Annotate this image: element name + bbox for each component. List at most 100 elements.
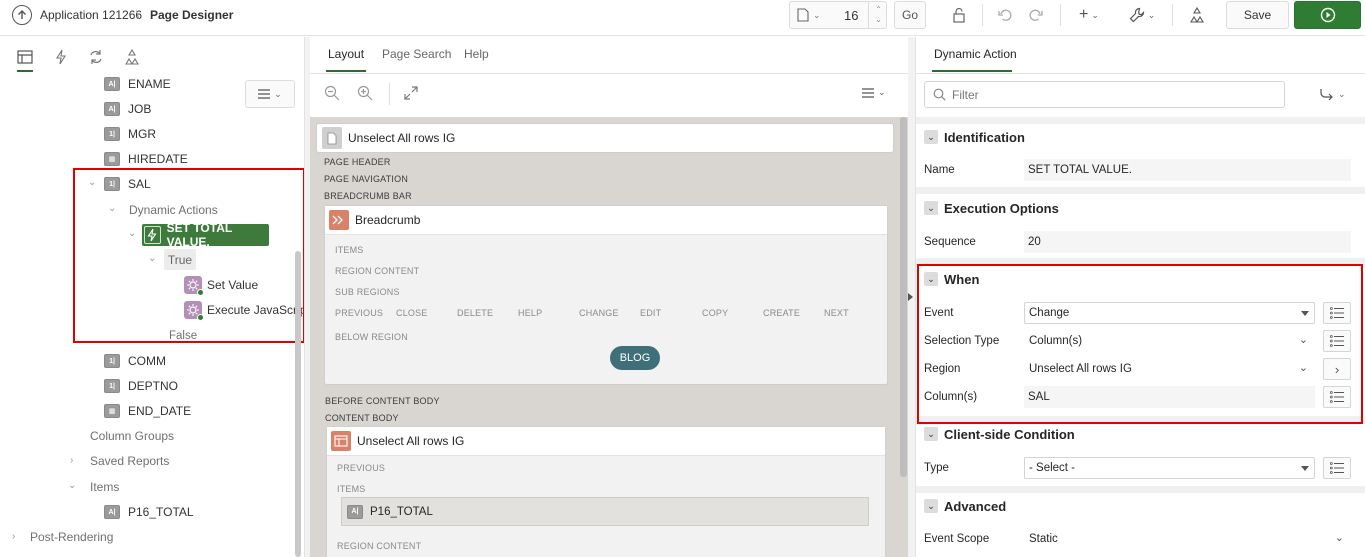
items-slot: ITEMS	[337, 484, 366, 494]
name-label: Name	[924, 164, 955, 176]
tab-page-search[interactable]: Page Search	[382, 47, 451, 61]
tab-layout[interactable]: Layout	[328, 47, 364, 61]
sequence-label: Sequence	[924, 236, 976, 248]
go-to-group-button[interactable]: ⌄	[1319, 87, 1346, 101]
chevron-up-icon[interactable]: ⌃	[875, 5, 882, 15]
breadcrumb-region[interactable]: Breadcrumb ITEMS REGION CONTENT SUB REGI…	[324, 205, 888, 385]
chevron-down-icon[interactable]: ⌄	[68, 480, 76, 491]
delete-slot: DELETE	[457, 308, 494, 318]
zoom-out-icon[interactable]	[324, 85, 340, 101]
undo-icon[interactable]	[992, 2, 1018, 28]
lock-icon[interactable]	[946, 2, 972, 28]
page-region[interactable]: Unselect All rows IG	[316, 123, 894, 153]
chevron-down-icon: ⌄	[274, 88, 282, 99]
right-splitter[interactable]	[908, 37, 915, 557]
chevron-down-icon: ⌄	[1091, 9, 1099, 20]
chevron-down-icon: ⌄	[878, 87, 886, 97]
collapse-arrow-icon[interactable]	[908, 293, 913, 301]
tree-menu-button[interactable]: ⌄	[245, 80, 295, 108]
expand-icon[interactable]	[404, 86, 418, 100]
toolbar-divider	[1060, 4, 1061, 26]
breadcrumb-icon	[329, 210, 349, 230]
tree-item-deptno[interactable]: 1| DEPTNO	[104, 374, 178, 398]
close-slot: CLOSE	[396, 308, 428, 318]
page-stepper[interactable]: ⌃ ⌄	[868, 2, 888, 28]
tree-item-column-groups[interactable]: Column Groups	[90, 424, 174, 448]
section-advanced[interactable]: ⌄ Advanced	[916, 491, 1365, 521]
page-header-label: PAGE HEADER	[324, 157, 391, 167]
column-date-icon: ▦	[104, 152, 120, 166]
highlight-box	[917, 264, 1363, 424]
tree-item-mgr[interactable]: 1| MGR	[104, 122, 156, 146]
sequence-field[interactable]: 20	[1024, 231, 1351, 253]
chevron-down-icon[interactable]: ⌄	[875, 15, 882, 25]
below-region-slot: BELOW REGION	[335, 332, 408, 342]
utilities-menu-button[interactable]: ⌄	[1124, 2, 1160, 28]
shared-components-tab-icon[interactable]	[120, 45, 144, 69]
play-icon	[1320, 7, 1336, 23]
tab-help[interactable]: Help	[464, 47, 489, 61]
app-up-icon[interactable]	[12, 5, 32, 25]
left-scrollbar[interactable]	[295, 251, 301, 557]
filter-input[interactable]: Filter	[952, 88, 979, 102]
save-button[interactable]: Save	[1226, 1, 1289, 29]
dynamic-actions-tab-icon[interactable]	[49, 45, 73, 69]
tab-dynamic-action[interactable]: Dynamic Action	[934, 47, 1017, 61]
event-scope-label: Event Scope	[924, 533, 990, 545]
run-page-button[interactable]	[1294, 1, 1361, 29]
section-execution-options[interactable]: ⌄ Execution Options	[916, 193, 1365, 223]
tree-item-ename[interactable]: A| ENAME	[104, 72, 171, 96]
previous-slot: PREVIOUS	[335, 308, 384, 318]
layout-scrollbar[interactable]	[900, 117, 907, 477]
list-of-values-button[interactable]	[1323, 457, 1351, 479]
wrench-icon	[1129, 7, 1145, 23]
filter-box[interactable]: Filter	[924, 81, 1285, 108]
name-field[interactable]: SET TOTAL VALUE.	[1024, 159, 1351, 181]
tree-item-saved-reports[interactable]: Saved Reports	[90, 449, 169, 473]
section-identification[interactable]: ⌄ Identification	[916, 122, 1365, 152]
next-slot: NEXT	[824, 308, 849, 318]
go-button[interactable]: Go	[894, 1, 926, 29]
layout-menu-button[interactable]: ⌄	[862, 87, 886, 98]
tree-item-items[interactable]: Items	[90, 475, 119, 499]
active-tab-indicator	[932, 70, 1012, 72]
ig-region-header[interactable]: Unselect All rows IG	[327, 427, 885, 456]
app-breadcrumb-link[interactable]: Application 121266	[40, 8, 142, 22]
page-number-input[interactable]: 16	[844, 8, 858, 23]
event-scope-select[interactable]: Static ⌄	[1024, 528, 1351, 550]
toolbar-divider	[389, 83, 390, 105]
create-menu-button[interactable]: + ⌄	[1072, 2, 1106, 28]
chevron-right-icon[interactable]: ›	[70, 455, 73, 466]
region-content-slot: REGION CONTENT	[337, 541, 422, 551]
edit-slot: EDIT	[640, 308, 662, 318]
p16-total-item[interactable]: A| P16_TOTAL	[341, 497, 869, 526]
chevron-down-icon: ⌄	[1334, 532, 1344, 544]
rendering-tab-icon[interactable]	[13, 45, 37, 69]
tree-item-comm[interactable]: 1| COMM	[104, 349, 166, 373]
sub-regions-slot: SUB REGIONS	[335, 287, 400, 297]
chevron-down-icon: ⌄	[1147, 9, 1156, 20]
redo-icon[interactable]	[1023, 2, 1049, 28]
content-body-label: CONTENT BODY	[325, 413, 399, 423]
chevron-down-icon: ⌄	[813, 9, 821, 20]
tree-item-post-rendering[interactable]: Post-Rendering	[30, 525, 113, 549]
caret-down-icon	[1301, 466, 1309, 471]
condition-type-select[interactable]: - Select -	[1024, 457, 1315, 479]
chevron-right-icon[interactable]: ›	[12, 531, 15, 542]
change-slot: CHANGE	[579, 308, 619, 318]
page-selector[interactable]: ⌄ 16 ⌃ ⌄	[789, 1, 887, 29]
page-designer-title: Page Designer	[150, 8, 234, 22]
blog-button[interactable]: BLOG	[610, 346, 660, 370]
tree-item-end-date[interactable]: ▦ END_DATE	[104, 399, 191, 423]
ig-region[interactable]: Unselect All rows IG PREVIOUS ITEMS A| P…	[326, 426, 886, 557]
active-tab-indicator	[326, 70, 366, 72]
search-icon	[933, 88, 946, 101]
tree-item-p16-total[interactable]: A| P16_TOTAL	[104, 500, 194, 524]
hamburger-icon	[862, 87, 874, 98]
zoom-in-icon[interactable]	[357, 85, 373, 101]
processing-tab-icon[interactable]	[84, 45, 108, 69]
chevron-down-icon: ⌄	[924, 499, 938, 513]
shared-components-icon[interactable]	[1184, 2, 1210, 28]
tree-item-job[interactable]: A| JOB	[104, 97, 151, 121]
breadcrumb-region-header[interactable]: Breadcrumb	[325, 206, 887, 235]
